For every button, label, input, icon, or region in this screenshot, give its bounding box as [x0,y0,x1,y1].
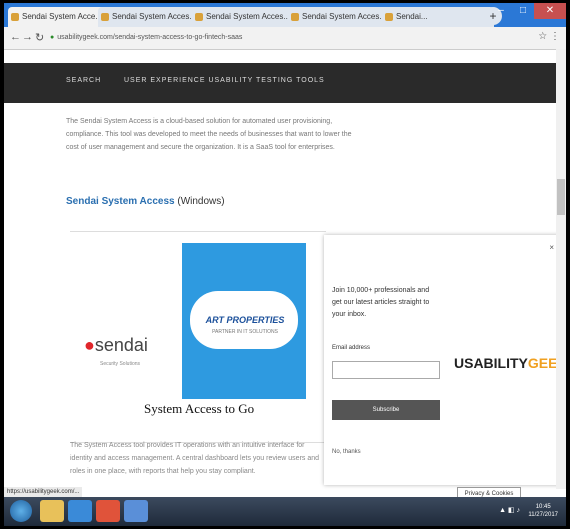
close-window-icon[interactable]: ✕ [534,3,566,19]
tab-label: Sendai System Acces... [206,12,291,21]
browser-tab[interactable]: Sendai System Acces... × [288,7,392,27]
popup-message: Join 10,000+ professionals and get our l… [332,285,452,321]
maximize-icon[interactable]: □ [512,3,534,19]
browser-tab[interactable]: Sendai System Acce... × [8,7,108,27]
lock-icon: ● [50,34,55,41]
bottom-line: The System Access tool provides IT opera… [70,442,305,449]
intro-line: cost of user management and secure the o… [66,144,335,151]
browser-tab[interactable]: Sendai System Acces... × [98,7,202,27]
chrome-icon[interactable] [96,500,120,522]
sendai-logo-text: sendai [94,335,148,355]
favicon-icon [101,13,109,21]
start-button[interactable] [10,500,32,522]
sendai-subtitle: Security Solutions [100,361,141,367]
clock[interactable]: 10:45 11/27/2017 [528,503,558,519]
back-icon[interactable]: ← [10,31,21,43]
cloud-brand: ART PROPERTIES [205,315,285,325]
sendai-logo: ●sendai [84,335,148,356]
popup-line: Join 10,000+ professionals and [332,287,430,294]
bookmark-star-icon[interactable]: ☆ ⋮ [538,31,560,42]
clock-date: 11/27/2017 [528,512,558,518]
word-icon[interactable] [124,500,148,522]
cloud-graphic: ART PROPERTIES PARTNER IN IT SOLUTIONS [182,243,306,399]
section-title: Sendai System Access (Windows) [66,196,225,207]
status-bar: https://usabilitygeek.com/... [4,487,83,497]
taskbar: ▲ ◧ ♪ 10:45 11/27/2017 [4,497,566,526]
nav-search[interactable]: SEARCH [66,77,101,84]
favicon-icon [195,13,203,21]
usabilitygeek-logo: USABILITYGEEK [454,355,566,371]
url-text: usabilitygeek.com/sendai-system-access-t… [57,34,243,41]
nav-user-experience[interactable]: USER EXPERIENCE USABILITY TESTING TOOLS [124,77,325,84]
newsletter-popup: × Join 10,000+ professionals and get our… [324,235,566,509]
bottom-line: identity and access management. A centra… [70,455,320,462]
window-controls: – □ ✕ [490,3,566,21]
browser-window: Sendai System Acce... × Sendai System Ac… [4,3,566,526]
tab-label: Sendai System Acce... [22,12,103,21]
close-popup-button[interactable]: × [549,243,554,252]
system-access-title: System Access to Go [144,401,255,416]
favicon-icon [385,13,393,21]
system-tray-icons[interactable]: ▲ ◧ ♪ [499,506,520,514]
browser-tab[interactable]: Sendai System Acces... × [192,7,298,27]
favicon-icon [291,13,299,21]
popup-line: your inbox. [332,311,367,318]
tab-label: Sendai System Acces... [112,12,197,21]
intro-line: compliance. This tool was developed to m… [66,131,352,138]
no-thanks-link[interactable]: No, thanks [332,449,361,455]
intro-paragraph: The Sendai System Access is a cloud-base… [66,115,366,154]
site-header: SEARCH USER EXPERIENCE USABILITY TESTING… [4,63,566,103]
tab-label: Sendai System Acces... [302,12,387,21]
reload-icon[interactable]: ↻ [35,31,44,44]
scroll-thumb[interactable] [557,179,565,215]
intro-line: The Sendai System Access is a cloud-base… [66,118,333,125]
ie-icon[interactable] [68,500,92,522]
title-bar: Sendai System Acce... × Sendai System Ac… [4,3,566,27]
section-title-text: Sendai System Access [66,196,175,207]
bottom-paragraph: The System Access tool provides IT opera… [70,439,326,478]
popup-line: get our latest articles straight to [332,299,430,306]
bottom-line: roles in one place, with reports that he… [70,468,256,475]
section-title-suffix: (Windows) [177,196,225,207]
sendai-mark-icon: ● [84,335,95,355]
minimize-icon[interactable]: – [490,3,512,19]
explorer-icon[interactable] [40,500,64,522]
page-scrollbar[interactable] [556,49,566,489]
url-field[interactable]: ● usabilitygeek.com/sendai-system-access-… [50,31,520,45]
tab-label: Sendai... [396,12,428,21]
article-content: The Sendai System Access is a cloud-base… [4,103,566,509]
subscribe-button[interactable]: Subscribe [332,400,440,420]
browser-tab[interactable]: Sendai... × [382,7,494,27]
cloud-tagline: PARTNER IN IT SOLUTIONS [212,329,278,335]
logo-main: USABILITY [454,355,528,371]
email-field[interactable] [332,361,440,379]
address-bar: ← → ↻ ● usabilitygeek.com/sendai-system-a… [4,27,566,50]
email-label: Email address [332,345,371,351]
forward-icon[interactable]: → [22,31,33,43]
clock-time: 10:45 [535,504,551,510]
favicon-icon [11,13,19,21]
